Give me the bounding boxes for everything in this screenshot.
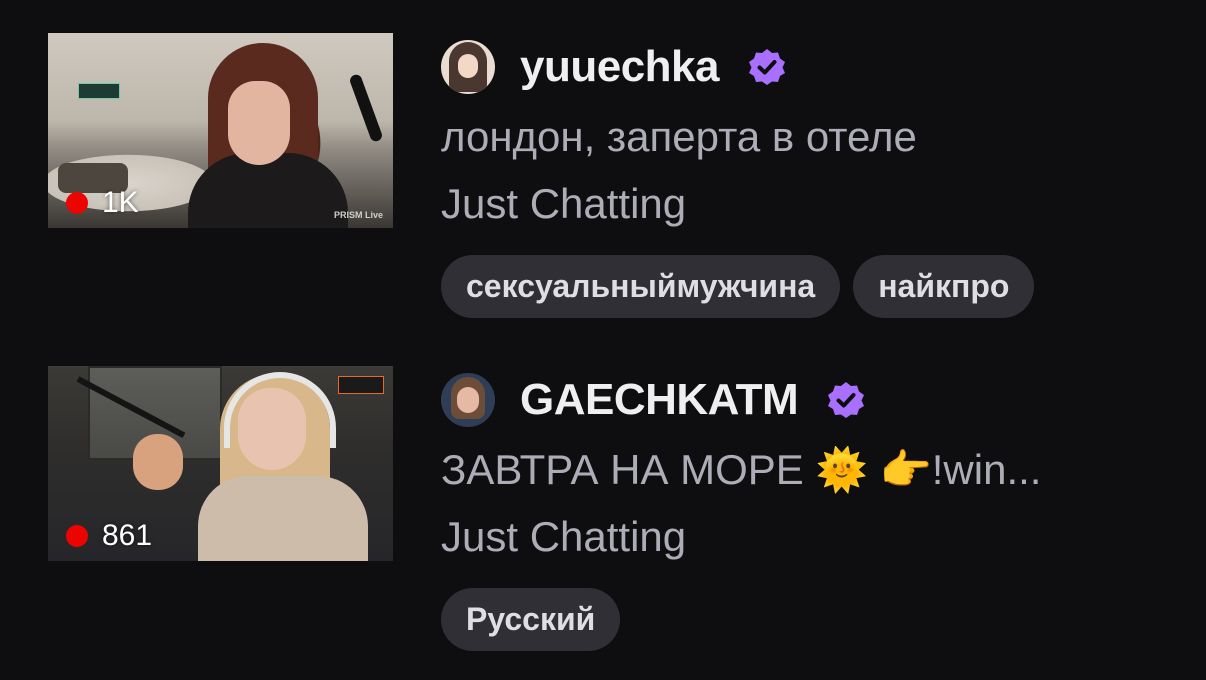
viewer-count: 861 <box>66 519 152 553</box>
tag-list: Русский <box>441 588 621 651</box>
viewer-count: 1K <box>66 186 139 220</box>
channel-name-link[interactable]: yuuechka <box>520 42 719 92</box>
prism-live-watermark: PRISM Live <box>333 210 383 220</box>
avatar-face <box>458 54 478 78</box>
streamer-body <box>198 476 368 561</box>
stream-card[interactable]: 861 GAECHKATM ЗАВТРА НА МОРЕ 🌞 👉!win... … <box>48 366 1188 666</box>
tag-button[interactable]: сексуальныймужчина <box>441 255 841 318</box>
stream-title[interactable]: лондон, заперта в отеле <box>441 113 1161 161</box>
tag-button[interactable]: найкпро <box>853 255 1035 318</box>
streamer-face <box>228 81 290 165</box>
avatar[interactable] <box>441 40 495 94</box>
background-sign <box>338 376 384 394</box>
category-link[interactable]: Just Chatting <box>441 180 686 228</box>
stream-title[interactable]: ЗАВТРА НА МОРЕ 🌞 👉!win... <box>441 446 1161 495</box>
stream-card[interactable]: PRISM Live 1K yuuechka лондон, заперта в… <box>48 33 1188 333</box>
live-dot-icon <box>66 525 88 547</box>
viewer-count-value: 861 <box>102 519 153 552</box>
stream-thumbnail[interactable]: 861 <box>48 366 393 561</box>
tag-list: сексуальныймужчина найкпро <box>441 255 1035 318</box>
stream-thumbnail[interactable]: PRISM Live 1K <box>48 33 393 228</box>
channel-row[interactable]: GAECHKATM <box>441 372 866 428</box>
viewer-count-value: 1K <box>102 186 139 219</box>
plush-toy <box>133 434 183 490</box>
channel-row[interactable]: yuuechka <box>441 39 787 95</box>
live-dot-icon <box>66 192 88 214</box>
channel-name-link[interactable]: GAECHKATM <box>520 375 799 425</box>
headphones <box>224 372 336 448</box>
background-sign <box>78 83 120 99</box>
category-link[interactable]: Just Chatting <box>441 513 686 561</box>
verified-check-icon <box>748 49 785 85</box>
avatar[interactable] <box>441 373 495 427</box>
tag-button[interactable]: Русский <box>441 588 621 651</box>
hair-curler <box>348 73 384 143</box>
streamer-body <box>188 153 348 228</box>
avatar-face <box>457 387 479 413</box>
verified-check-icon <box>828 382 865 418</box>
